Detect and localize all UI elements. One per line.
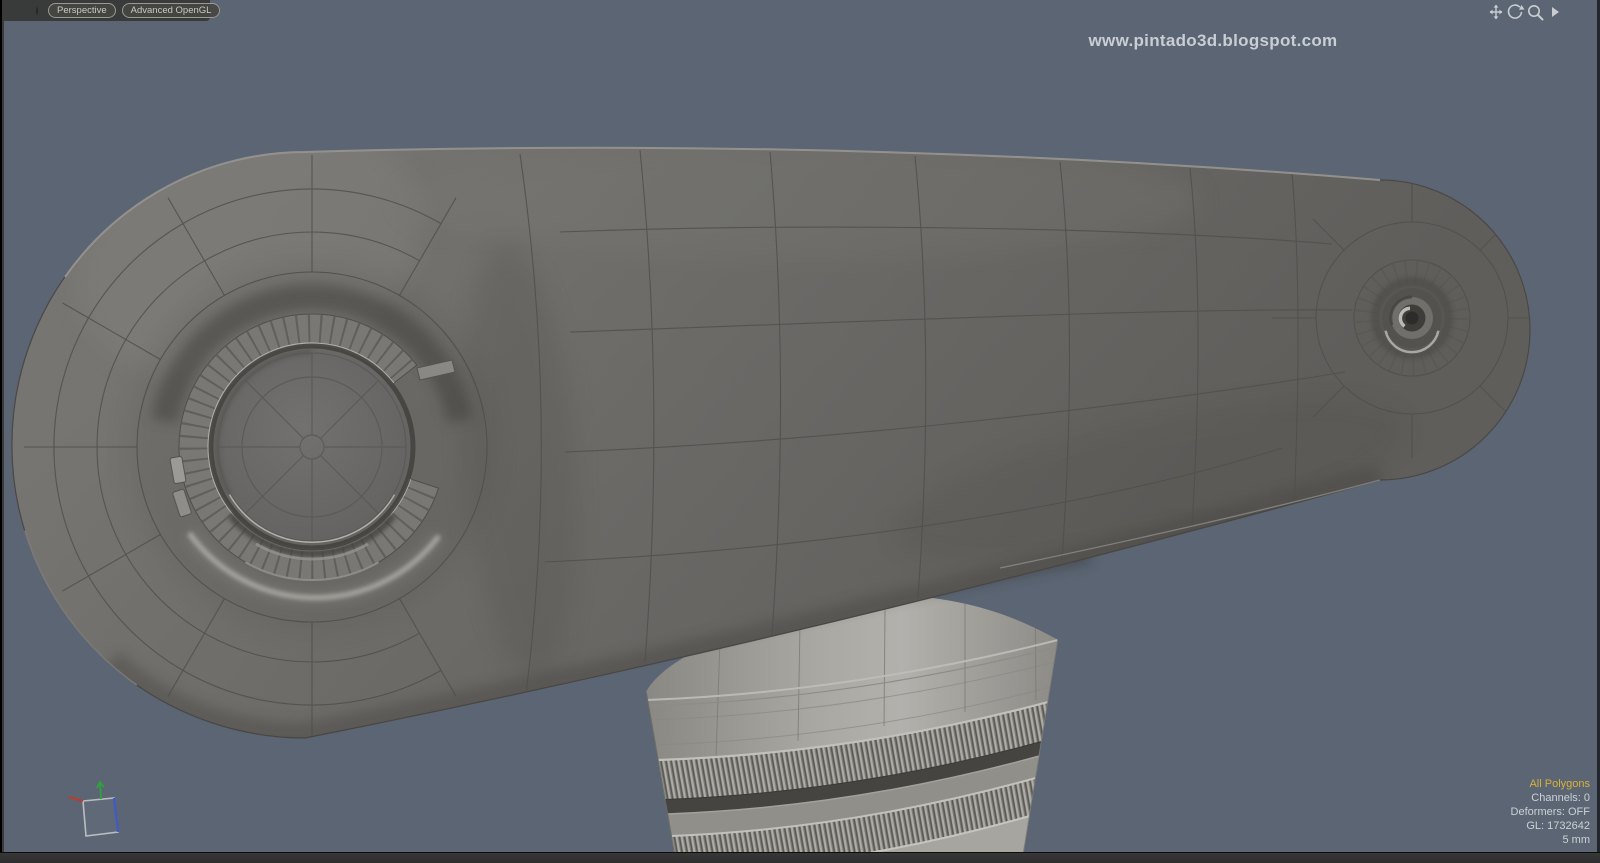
x-axis-indicator (68, 796, 84, 802)
viewport-bottom-border (0, 852, 1600, 863)
grid-size-status: 5 mm (1562, 834, 1591, 846)
watermark-text: www.pintado3d.blogspot.com (1088, 31, 1338, 50)
expand-arrow-icon[interactable] (1552, 7, 1559, 17)
screw-hole (1371, 277, 1453, 359)
viewport-left-border (0, 0, 4, 863)
deformers-status: Deformers: OFF (1510, 806, 1590, 818)
viewport-indicator-dot[interactable] (36, 6, 38, 15)
workplane-square (82, 797, 119, 837)
viewport-status-readout: All Polygons Channels: 0 Deformers: OFF … (1511, 777, 1590, 847)
workplane-axis-gizmo (68, 780, 120, 837)
y-axis-indicator (96, 780, 105, 800)
3d-viewport-scene[interactable] (0, 0, 1600, 863)
cartridge-recess (127, 262, 497, 632)
pan-icon[interactable] (1489, 4, 1503, 20)
selection-mode-label: All Polygons (1529, 778, 1590, 790)
gl-polycount-status: GL: 1732642 (1526, 820, 1590, 832)
orbit-icon[interactable] (1507, 4, 1525, 19)
zoom-icon[interactable] (1527, 5, 1544, 21)
channels-status: Channels: 0 (1531, 792, 1590, 804)
viewport-header: Perspective Advanced OpenGL (4, 0, 221, 21)
perspective-button[interactable]: Perspective (48, 3, 116, 18)
modo-viewport-window: Perspective Advanced OpenGL www.pintado3… (0, 0, 1600, 863)
shading-mode-button[interactable]: Advanced OpenGL (121, 3, 221, 18)
viewport-toolbar (1488, 3, 1566, 21)
